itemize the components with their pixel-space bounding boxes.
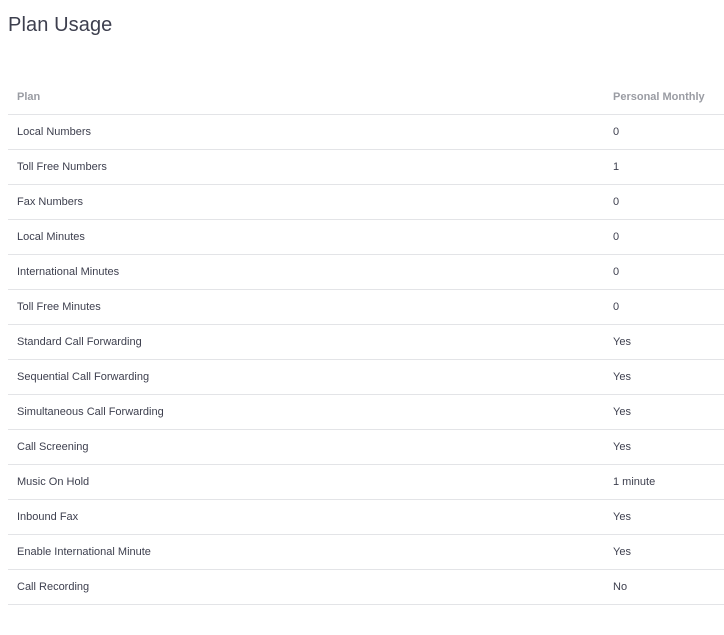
plan-usage-page: Plan Usage Plan Personal Monthly Local N… (0, 0, 724, 635)
page-title: Plan Usage (8, 14, 113, 36)
feature-name: International Minutes (8, 254, 611, 290)
table-row: Toll Free Numbers 1 (8, 149, 724, 185)
table-row: Call Screening Yes (8, 429, 724, 465)
feature-value: 1 minute (611, 464, 724, 500)
feature-name: Sequential Call Forwarding (8, 359, 611, 395)
feature-name: Toll Free Minutes (8, 289, 611, 325)
feature-name: Simultaneous Call Forwarding (8, 394, 611, 430)
table-row: Inbound Fax Yes (8, 499, 724, 535)
feature-name: Music On Hold (8, 464, 611, 500)
table-row: International Minutes 0 (8, 254, 724, 290)
table-row: Toll Free Minutes 0 (8, 289, 724, 325)
feature-name: Local Numbers (8, 114, 611, 150)
feature-value: 0 (611, 184, 724, 220)
table-row: Enable International Minute Yes (8, 534, 724, 570)
feature-name: Toll Free Numbers (8, 149, 611, 185)
table-row: Local Numbers 0 (8, 114, 724, 150)
table-header: Plan Personal Monthly (8, 80, 724, 115)
feature-value: Yes (611, 324, 724, 360)
feature-name: Inbound Fax (8, 499, 611, 535)
table-row: Sequential Call Forwarding Yes (8, 359, 724, 395)
feature-value: 1 (611, 149, 724, 185)
feature-value: Yes (611, 429, 724, 465)
table-row: Fax Numbers 0 (8, 184, 724, 220)
table-row: Standard Call Forwarding Yes (8, 324, 724, 360)
column-header-plan: Plan (8, 80, 611, 115)
feature-value: Yes (611, 359, 724, 395)
feature-name: Local Minutes (8, 219, 611, 255)
feature-name: Call Screening (8, 429, 611, 465)
feature-name: Fax Numbers (8, 184, 611, 220)
feature-name: Standard Call Forwarding (8, 324, 611, 360)
table-row: Simultaneous Call Forwarding Yes (8, 394, 724, 430)
column-header-personal-monthly: Personal Monthly (611, 80, 724, 115)
feature-value: 0 (611, 254, 724, 290)
feature-value: No (611, 569, 724, 605)
table-body: Local Numbers 0 Toll Free Numbers 1 Fax … (8, 114, 724, 605)
plan-usage-table: Plan Personal Monthly Local Numbers 0 To… (8, 80, 724, 605)
table-row: Music On Hold 1 minute (8, 464, 724, 500)
feature-name: Enable International Minute (8, 534, 611, 570)
feature-value: Yes (611, 394, 724, 430)
table-header-row: Plan Personal Monthly (8, 80, 724, 115)
feature-name: Call Recording (8, 569, 611, 605)
feature-value: Yes (611, 499, 724, 535)
feature-value: 0 (611, 219, 724, 255)
table-row: Call Recording No (8, 569, 724, 605)
table-row: Local Minutes 0 (8, 219, 724, 255)
feature-value: 0 (611, 114, 724, 150)
feature-value: Yes (611, 534, 724, 570)
feature-value: 0 (611, 289, 724, 325)
